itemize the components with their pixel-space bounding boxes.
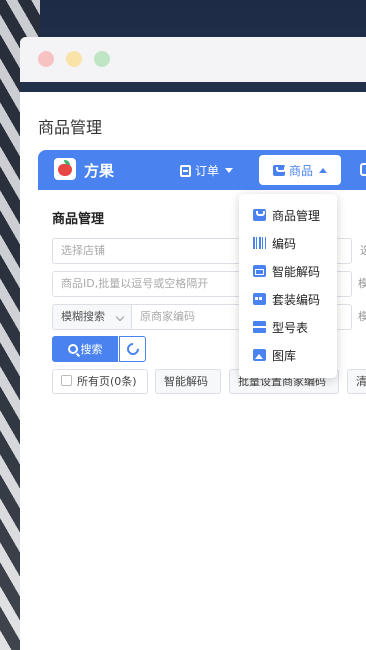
select-all-pages-checkbox[interactable]: 所有页(0条)	[52, 369, 148, 394]
clear-button[interactable]: 清	[347, 369, 366, 394]
image-icon	[253, 349, 266, 361]
menu-item-label: 图库	[272, 348, 297, 363]
nav-goods-label: 商品	[288, 163, 313, 178]
top-navbar: 方果 订单 商品	[38, 150, 366, 190]
menu-item-label: 型号表	[272, 320, 309, 335]
menu-item-gallery[interactable]: 图库	[253, 346, 296, 364]
minimize-window-button[interactable]	[66, 51, 82, 67]
logo-icon	[54, 158, 76, 180]
barcode-icon	[253, 237, 266, 249]
checkbox-icon	[61, 375, 72, 386]
search-button[interactable]: 搜索	[52, 336, 118, 362]
goods-icon	[253, 209, 266, 221]
caret-down-icon	[225, 168, 234, 173]
menu-item-set-codes[interactable]: 套装编码	[253, 290, 320, 308]
section-title: 商品管理	[52, 212, 105, 227]
menu-item-codes[interactable]: 编码	[253, 234, 296, 252]
clipboard-icon	[180, 164, 191, 177]
goods-dropdown-menu: 商品管理 编码 智能解码 套装编码 型号表 图库	[239, 194, 337, 378]
menu-item-model-table[interactable]: 型号表	[253, 318, 308, 336]
menu-item-label: 套装编码	[272, 292, 321, 307]
page-title: 商品管理	[38, 120, 103, 137]
nav-goods[interactable]: 商品	[259, 155, 341, 185]
close-window-button[interactable]	[38, 51, 54, 67]
refresh-icon	[124, 340, 141, 358]
menu-item-goods-management[interactable]: 商品管理	[253, 206, 320, 224]
apple-icon	[58, 164, 72, 176]
refresh-button[interactable]	[119, 336, 146, 362]
smart-decode-button[interactable]: 智能解码	[155, 369, 221, 394]
brand-name: 方果	[84, 162, 115, 180]
all-pages-label: 所有页(0条)	[77, 375, 137, 388]
code-right-stub[interactable]: 模	[358, 304, 366, 330]
caret-up-icon	[319, 167, 327, 173]
menu-item-label: 商品管理	[272, 208, 321, 223]
decode-icon	[253, 265, 266, 277]
menu-item-label: 编码	[272, 236, 297, 251]
chevron-down-icon	[115, 312, 125, 322]
fuzzy-search-label: 模糊搜索	[61, 310, 105, 323]
menu-item-smart-decode[interactable]: 智能解码	[253, 262, 320, 280]
set-code-icon	[253, 293, 266, 305]
nav-orders-label: 订单	[195, 164, 220, 178]
shop-select-right-stub[interactable]: 选	[360, 238, 366, 264]
titlebar-divider	[20, 82, 366, 92]
fuzzy-search-select[interactable]: 模糊搜索	[52, 304, 132, 330]
model-table-icon	[253, 321, 266, 333]
search-button-label: 搜索	[80, 343, 103, 356]
ids-right-stub[interactable]: 模	[358, 271, 366, 297]
menu-item-label: 智能解码	[272, 264, 321, 279]
search-icon	[67, 344, 78, 354]
goods-icon	[272, 164, 286, 176]
nav-orders[interactable]: 订单	[180, 162, 234, 179]
window-titlebar	[20, 37, 366, 82]
nav-more-icon[interactable]	[360, 163, 366, 176]
maximize-window-button[interactable]	[94, 51, 110, 67]
